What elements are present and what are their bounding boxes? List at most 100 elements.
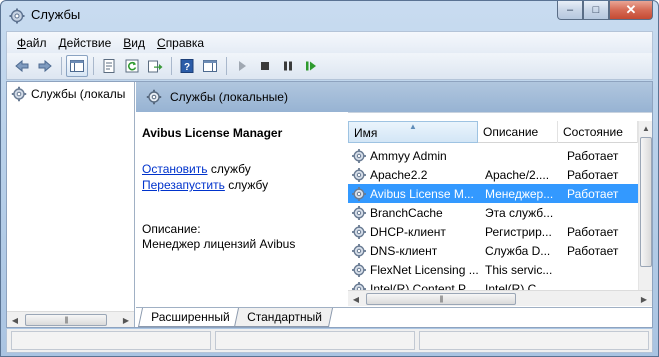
stop-service-link[interactable]: Остановить	[142, 162, 208, 176]
service-name: DNS-клиент	[370, 243, 438, 258]
console-tree-button[interactable]	[66, 55, 88, 77]
status-cell	[11, 331, 211, 350]
service-name-cell: Ammyy Admin	[348, 148, 483, 164]
services-window: Службы – □ ✕ Файл Действие Вид Справка ?…	[0, 0, 659, 357]
stop-service-button[interactable]	[254, 55, 276, 77]
forward-button[interactable]	[34, 55, 56, 77]
restart-icon	[306, 61, 316, 71]
scroll-thumb[interactable]: |||	[366, 293, 516, 305]
stop-suffix: службу	[207, 162, 251, 176]
table-row[interactable]: DHCP-клиент Регистрир... Работает	[348, 222, 638, 241]
menu-action-label: ействие	[66, 35, 112, 50]
pane-title: Службы (локальные)	[170, 90, 288, 104]
scroll-right-icon[interactable]: ▶	[636, 291, 652, 307]
menu-view[interactable]: Вид	[117, 36, 151, 50]
pause-icon	[284, 61, 292, 71]
list-header: ▲ Имя Описание Состояние	[348, 121, 638, 143]
table-row[interactable]: BranchCache Эта служб...	[348, 203, 638, 222]
maximize-button[interactable]: □	[583, 1, 609, 20]
list-vertical-scrollbar[interactable]: ▲	[638, 121, 652, 290]
column-description-label: Описание	[483, 125, 539, 139]
export-button[interactable]	[144, 55, 166, 77]
scroll-left-icon[interactable]: ◀	[348, 291, 364, 307]
menu-action-accel: Д	[58, 35, 67, 50]
service-description: Регистрир...	[485, 224, 552, 239]
service-description: Служба D...	[485, 243, 551, 258]
show-action-pane-icon	[203, 60, 217, 72]
description-label: Описание:	[142, 222, 201, 236]
list-horizontal-scrollbar[interactable]: ◀ ||| ▶	[348, 290, 652, 306]
service-description: Эта служб...	[485, 205, 554, 220]
export-icon	[148, 60, 163, 73]
menu-bar: Файл Действие Вид Справка	[6, 31, 653, 53]
tree-item-services-local[interactable]: Службы (локалы	[11, 86, 125, 102]
toolbar-separator	[93, 57, 94, 75]
column-header-description[interactable]: Описание	[478, 121, 558, 143]
column-header-state[interactable]: Состояние	[558, 121, 638, 143]
start-service-button[interactable]	[231, 55, 253, 77]
close-button[interactable]: ✕	[609, 1, 653, 20]
properties-button[interactable]	[98, 55, 120, 77]
service-description: Менеджер...	[485, 186, 554, 201]
table-row[interactable]: Intel(R) Content P... Intel(R) C...	[348, 279, 638, 290]
action-pane-button[interactable]	[199, 55, 221, 77]
tab-extended[interactable]: Расширенный	[137, 308, 241, 327]
service-name: BranchCache	[370, 205, 443, 220]
menu-help[interactable]: Справка	[151, 36, 210, 50]
main-area: Службы (локалы ◀ ||| ▶ Службы (локальные…	[6, 81, 653, 328]
stop-service-line: Остановить службу	[142, 162, 251, 176]
table-row[interactable]: Avibus License M... Менеджер... Работает	[348, 184, 638, 203]
minimize-icon: –	[566, 4, 574, 16]
services-gear-icon	[9, 8, 25, 24]
table-row[interactable]: FlexNet Licensing ... This servic...	[348, 260, 638, 279]
scroll-thumb[interactable]: |||	[25, 314, 107, 326]
start-icon	[239, 61, 246, 71]
restart-service-link[interactable]: Перезапустить	[142, 178, 225, 192]
menu-help-accel: С	[157, 35, 166, 50]
properties-icon	[103, 59, 115, 73]
scroll-thumb[interactable]	[640, 137, 652, 267]
menu-help-label: правка	[165, 35, 205, 50]
service-name: Avibus License M...	[370, 186, 474, 201]
services-gear-icon	[11, 86, 27, 102]
tree-horizontal-scrollbar[interactable]: ◀ ||| ▶	[7, 311, 134, 327]
help-button[interactable]: ?	[176, 55, 198, 77]
menu-action[interactable]: Действие	[53, 36, 118, 50]
view-tabs: Расширенный Стандартный	[136, 307, 652, 327]
table-row[interactable]: DNS-клиент Служба D... Работает	[348, 241, 638, 260]
toolbar-separator	[171, 57, 172, 75]
service-name-cell: DNS-клиент	[348, 243, 483, 259]
sort-ascending-icon: ▲	[409, 122, 417, 131]
status-cell	[419, 331, 649, 350]
service-state: Работает	[567, 243, 619, 258]
stop-icon	[261, 62, 269, 70]
toolbar: ?	[6, 53, 653, 80]
service-description: Intel(R) C...	[485, 281, 547, 291]
help-icon: ?	[180, 59, 194, 73]
column-header-name[interactable]: ▲ Имя	[348, 121, 478, 143]
tab-standard[interactable]: Стандартный	[233, 308, 333, 327]
table-row[interactable]: Apache2.2 Apache/2.... Работает	[348, 165, 638, 184]
details-pane: Службы (локальные) Avibus License Manage…	[136, 82, 652, 327]
back-button[interactable]	[11, 55, 33, 77]
table-row[interactable]: Ammyy Admin Работает	[348, 146, 638, 165]
scroll-up-icon[interactable]: ▲	[639, 121, 652, 135]
refresh-icon	[125, 59, 139, 73]
service-name: Ammyy Admin	[370, 148, 447, 163]
title-bar[interactable]: Службы – □ ✕	[1, 1, 658, 31]
description-panel: Avibus License Manager Остановить службу…	[136, 112, 348, 307]
refresh-button[interactable]	[121, 55, 143, 77]
minimize-button[interactable]: –	[557, 1, 583, 20]
scroll-right-icon[interactable]: ▶	[118, 312, 134, 328]
service-name: Apache2.2	[370, 167, 428, 182]
pause-service-button[interactable]	[277, 55, 299, 77]
menu-file[interactable]: Файл	[11, 36, 53, 50]
service-gear-icon	[352, 167, 366, 182]
service-name-cell: Avibus License M...	[348, 186, 483, 202]
service-state: Работает	[567, 224, 619, 239]
service-gear-icon	[352, 205, 366, 220]
service-gear-icon	[352, 281, 366, 290]
scroll-left-icon[interactable]: ◀	[7, 312, 23, 328]
restart-service-button[interactable]	[300, 55, 322, 77]
services-gear-icon	[146, 89, 162, 105]
